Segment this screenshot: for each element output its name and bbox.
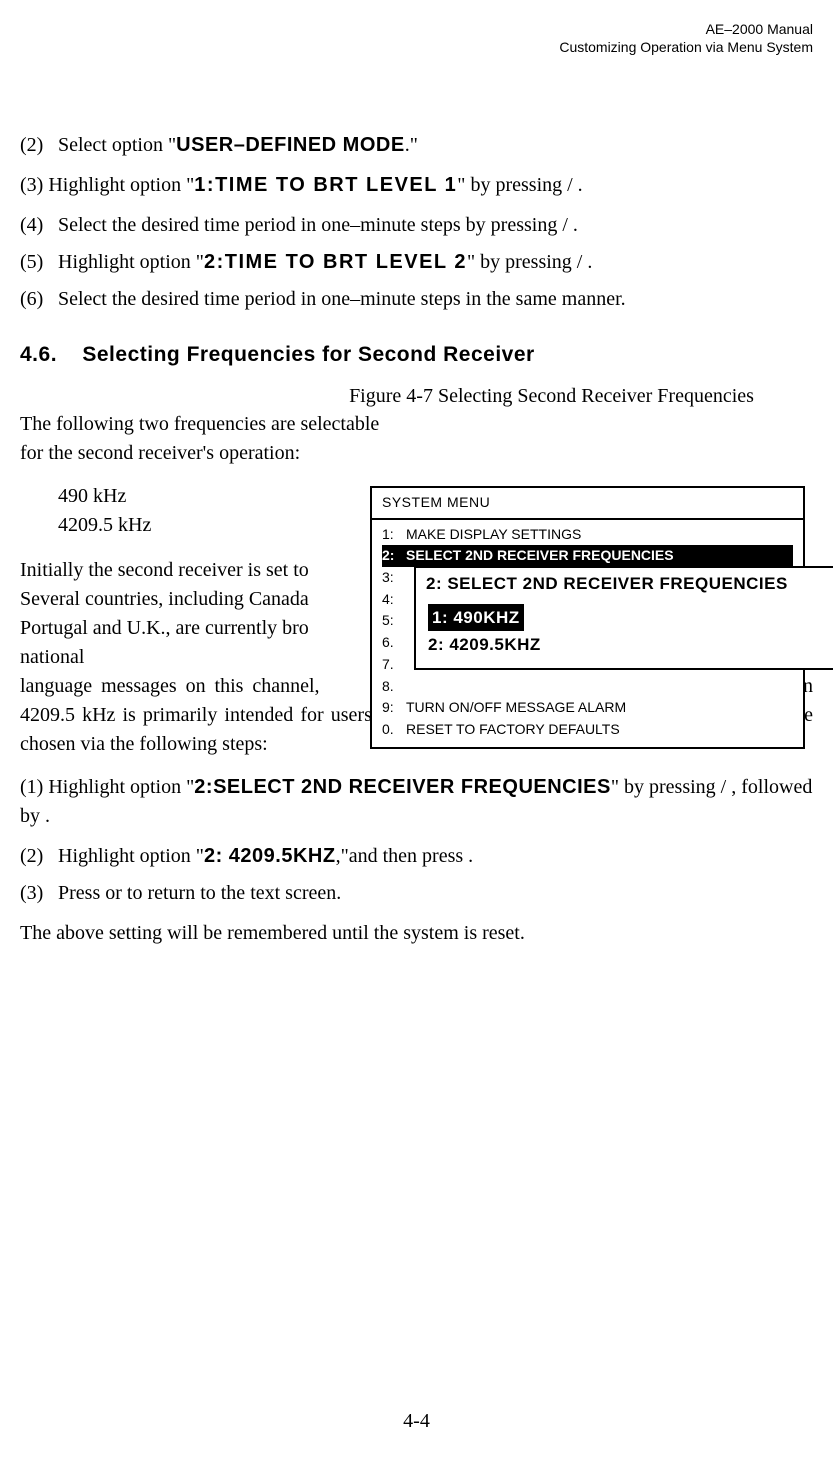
menu-label: MAKE DISPLAY SETTINGS <box>406 524 793 546</box>
menu-num: 8. <box>382 676 406 698</box>
step-body: Press or to return to the text screen. <box>58 882 813 905</box>
text: ,"and then press . <box>336 845 474 867</box>
menu-num: 4: <box>382 589 406 611</box>
step-b2: (2) Highlight option "2: 4209.5KHZ,"and … <box>20 845 813 868</box>
menu-num: 5: <box>382 610 406 632</box>
submenu-title: 2: SELECT 2ND RECEIVER FREQUENCIES <box>426 574 824 594</box>
menu-num: 0. <box>382 719 406 741</box>
intro-paragraph: The following two frequencies are select… <box>20 410 380 468</box>
step-body: Highlight option "2:TIME TO BRT LEVEL 2"… <box>58 251 813 274</box>
step-num: (6) <box>20 288 58 311</box>
step-num: (4) <box>20 214 58 237</box>
text: Highlight option " <box>58 251 204 273</box>
menu-num: 9: <box>382 697 406 719</box>
step-body: Select option "USER–DEFINED MODE." <box>58 134 813 157</box>
step-6: (6) Select the desired time period in on… <box>20 288 813 311</box>
menu-num: 2: <box>382 545 406 567</box>
menu-num: 6. <box>382 632 406 654</box>
option-label: 1:TIME TO BRT LEVEL 1 <box>194 174 457 196</box>
section-number: 4.6. <box>20 343 57 366</box>
step-num: (2) <box>20 134 58 157</box>
text: Highlight option " <box>48 776 194 798</box>
step-3: (3) Highlight option "1:TIME TO BRT LEVE… <box>20 171 813 200</box>
option-label: USER–DEFINED MODE <box>176 134 405 156</box>
system-menu-title: SYSTEM MENU <box>372 488 803 520</box>
step-num: (3) <box>20 882 58 905</box>
header-line-1: AE–2000 Manual <box>20 20 813 38</box>
submenu-opt-1-highlighted: 1: 490KHZ <box>428 604 524 631</box>
menu-label: SELECT 2ND RECEIVER FREQUENCIES <box>406 545 793 567</box>
figure-caption: Figure 4-7 Selecting Second Receiver Fre… <box>20 385 813 408</box>
step-b3: (3) Press or to return to the text scree… <box>20 882 813 905</box>
menu-row-2-highlighted: 2:SELECT 2ND RECEIVER FREQUENCIES <box>382 545 793 567</box>
menu-label: TURN ON/OFF MESSAGE ALARM <box>406 697 793 719</box>
menu-label: RESET TO FACTORY DEFAULTS <box>406 719 793 741</box>
menu-num: 7. <box>382 654 406 676</box>
step-num: (5) <box>20 251 58 274</box>
text: Highlight option " <box>58 845 204 867</box>
section-heading: 4.6. Selecting Frequencies for Second Re… <box>20 343 813 367</box>
text: Highlight option " <box>48 174 194 196</box>
text: language messages on this channel, <box>20 675 329 697</box>
menu-num: 3: <box>382 567 406 589</box>
text: " by pressing / . <box>457 174 582 196</box>
step-5: (5) Highlight option "2:TIME TO BRT LEVE… <box>20 251 813 274</box>
section-title: Selecting Frequencies for Second Receive… <box>82 343 534 366</box>
option-label: 2:TIME TO BRT LEVEL 2 <box>204 251 467 273</box>
header-line-2: Customizing Operation via Menu System <box>20 38 813 56</box>
submenu-box: 2: SELECT 2ND RECEIVER FREQUENCIES 1: 49… <box>414 566 833 670</box>
step-num: (3) <box>20 171 43 200</box>
menu-row-9: 9:TURN ON/OFF MESSAGE ALARM <box>382 697 793 719</box>
menu-row-0: 0.RESET TO FACTORY DEFAULTS <box>382 719 793 741</box>
page-header: AE–2000 Manual Customizing Operation via… <box>20 20 813 56</box>
text: " by pressing / . <box>467 251 592 273</box>
step-body: Select the desired time period in one–mi… <box>58 214 813 237</box>
option-label: 2: 4209.5KHZ <box>204 845 336 867</box>
step-4: (4) Select the desired time period in on… <box>20 214 813 237</box>
menu-num: 1: <box>382 524 406 546</box>
text: ." <box>405 134 418 156</box>
step-2: (2) Select option "USER–DEFINED MODE." <box>20 134 813 157</box>
step-b1: (1) Highlight option "2:SELECT 2ND RECEI… <box>20 773 813 831</box>
closing-paragraph: The above setting will be remembered unt… <box>20 919 813 948</box>
text: Select option " <box>58 134 176 156</box>
step-body: Highlight option "2: 4209.5KHZ,"and then… <box>58 845 813 868</box>
page-number: 4-4 <box>0 1410 833 1433</box>
step-body: Select the desired time period in one–mi… <box>58 288 813 311</box>
step-num: (2) <box>20 845 58 868</box>
menu-figure: SYSTEM MENU 1:MAKE DISPLAY SETTINGS 2:SE… <box>370 486 805 749</box>
submenu-opt-2: 2: 4209.5KHZ <box>428 631 824 658</box>
menu-row-8: 8. <box>382 676 793 698</box>
menu-row-1: 1:MAKE DISPLAY SETTINGS <box>382 524 793 546</box>
option-label: 2:SELECT 2ND RECEIVER FREQUENCIES <box>194 776 611 798</box>
step-num: (1) <box>20 776 43 798</box>
